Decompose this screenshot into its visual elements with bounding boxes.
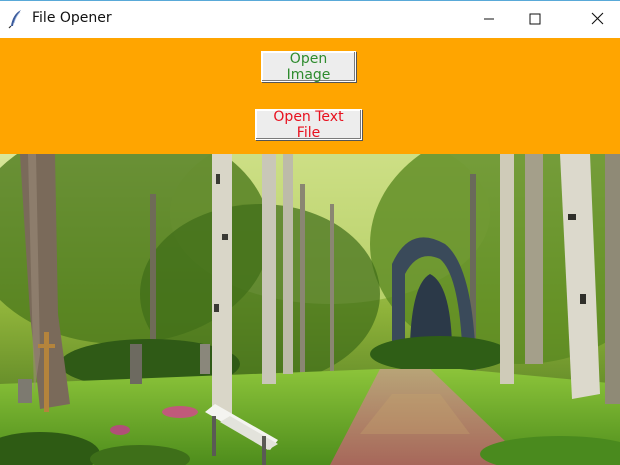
app-window: File Opener Open Image Open Text File <box>0 0 620 465</box>
open-image-button[interactable]: Open Image <box>261 51 356 83</box>
maximize-icon <box>529 10 541 29</box>
maximize-button[interactable] <box>512 0 558 38</box>
open-text-file-button[interactable]: Open Text File <box>255 109 362 141</box>
minimize-icon <box>483 10 495 29</box>
button-panel: Open Image Open Text File <box>0 38 620 154</box>
title-bar[interactable]: File Opener <box>0 0 620 38</box>
minimize-button[interactable] <box>466 0 512 38</box>
feather-icon <box>8 9 26 29</box>
window-title: File Opener <box>32 10 112 26</box>
close-button[interactable] <box>574 0 620 38</box>
forest-path-image <box>0 154 620 465</box>
close-icon <box>591 10 604 29</box>
